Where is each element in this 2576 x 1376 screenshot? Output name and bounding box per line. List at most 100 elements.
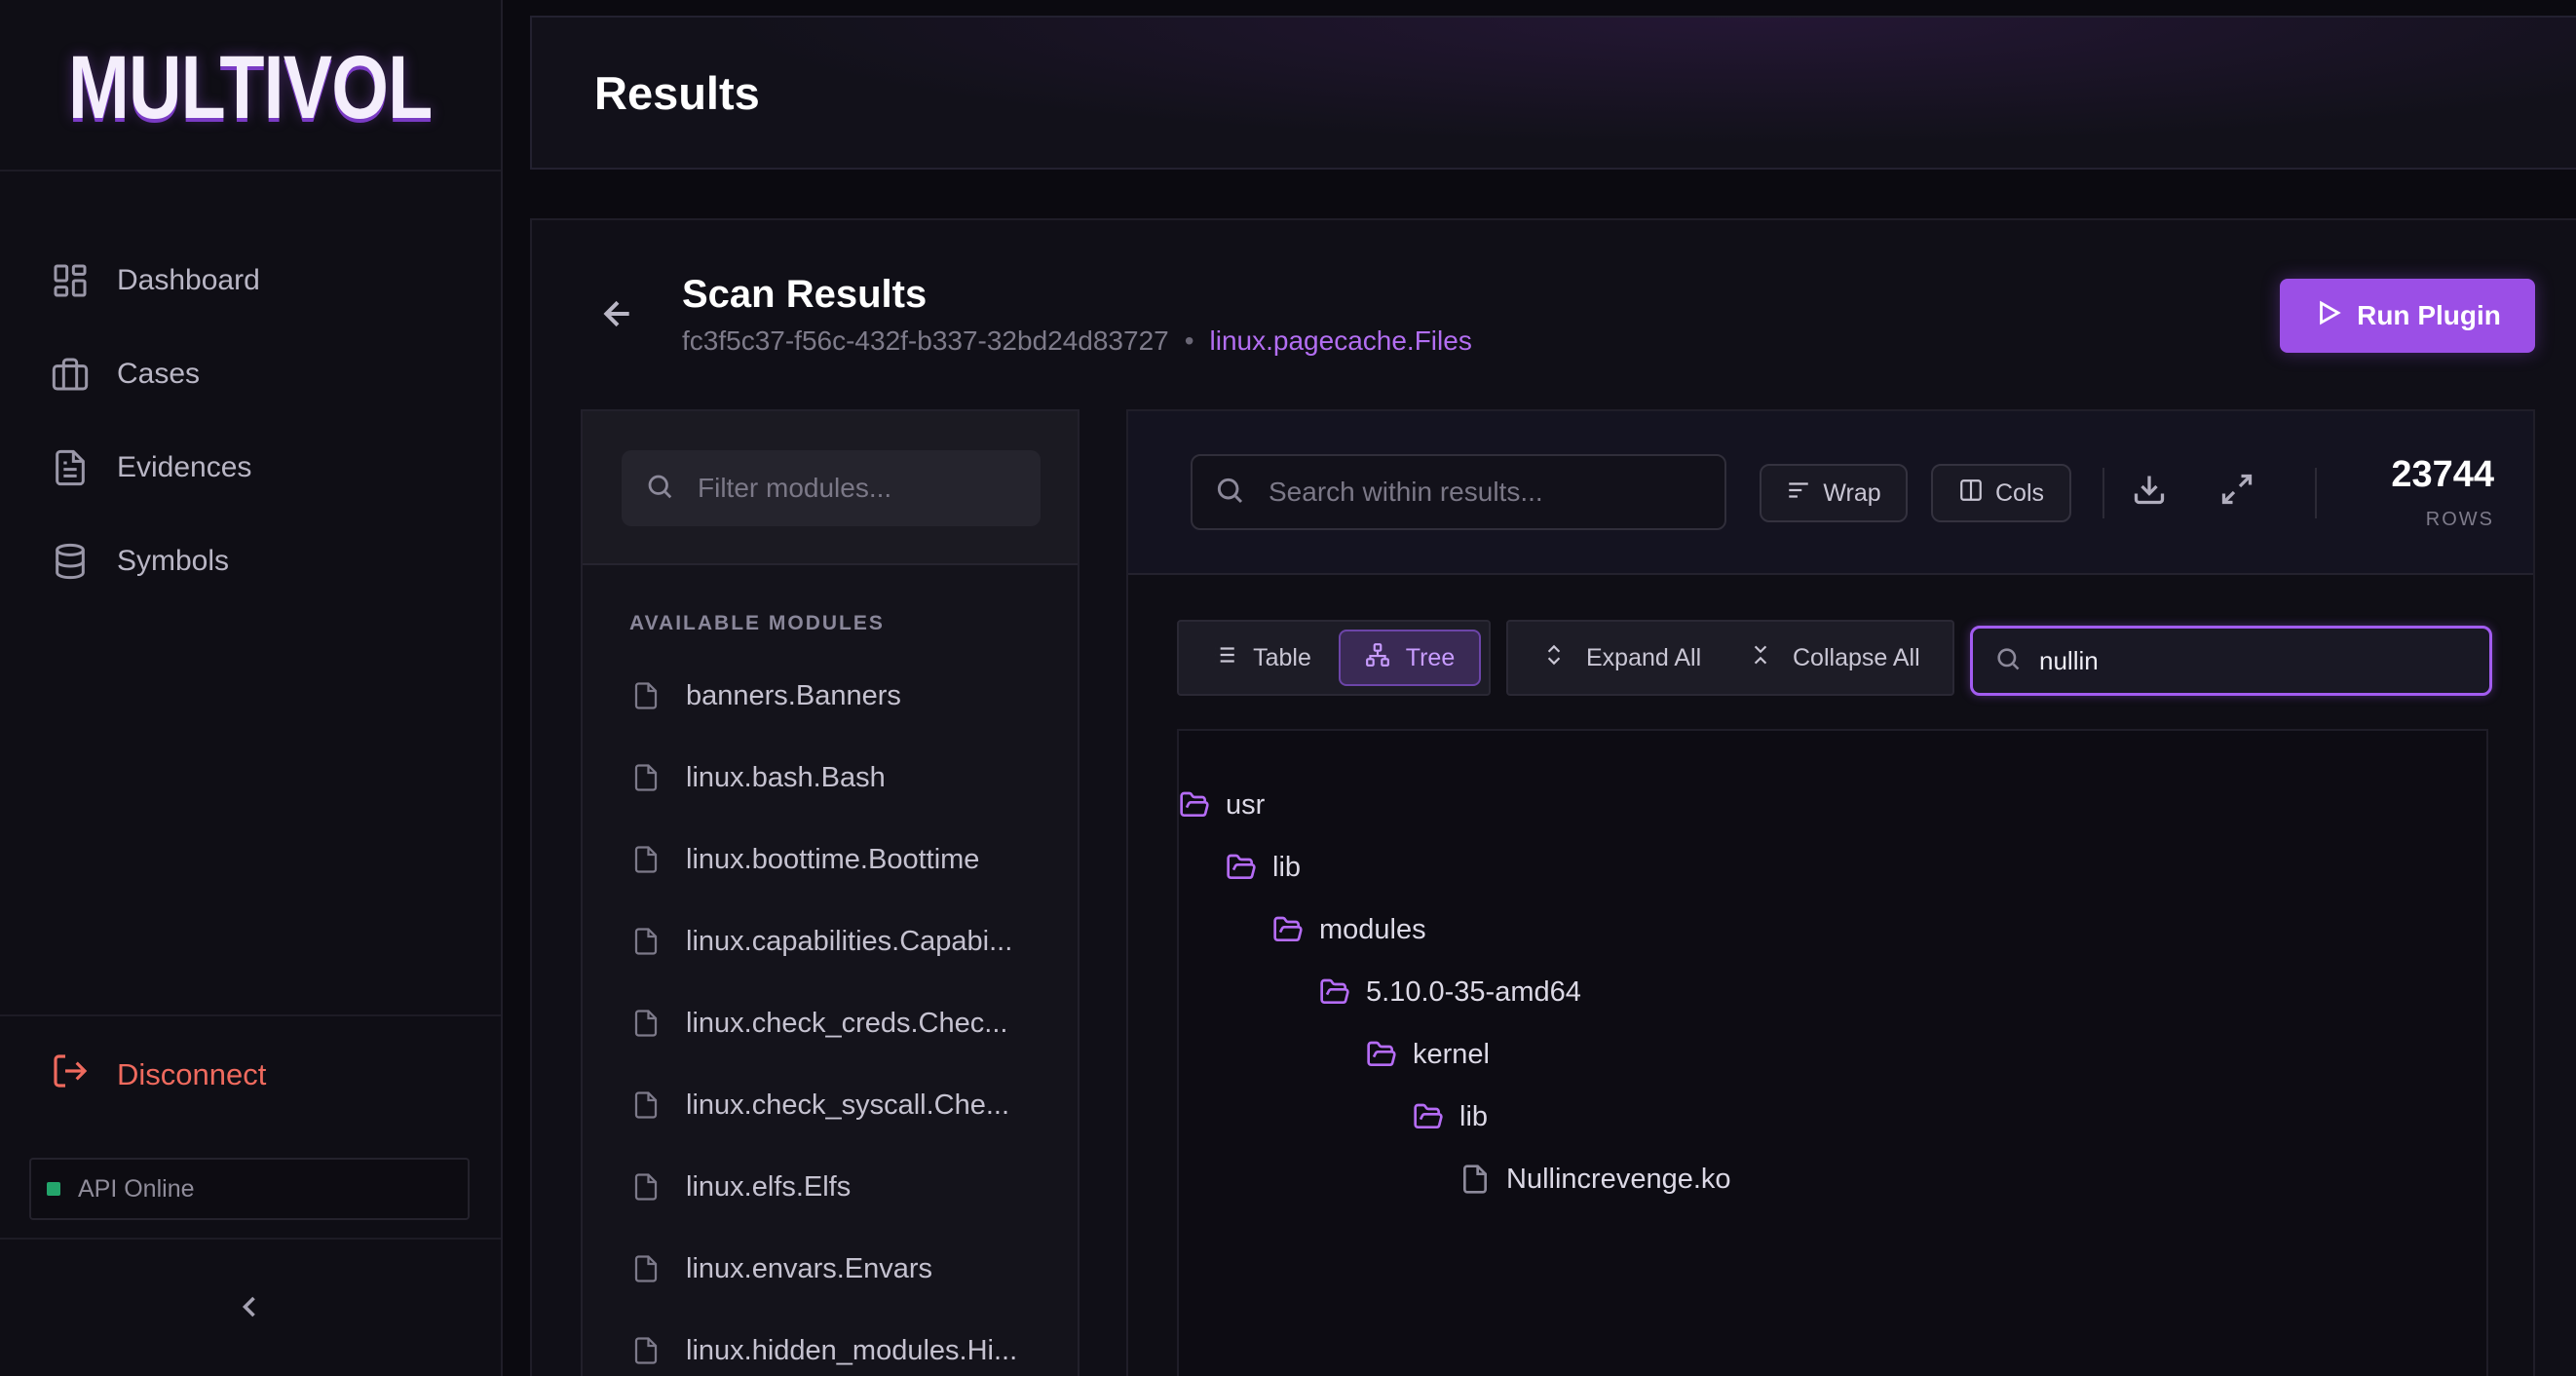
module-list: banners.Banners linux.bash.Bash linux.boot… — [583, 655, 1078, 1376]
folder-open-icon — [1319, 976, 1366, 1008]
logout-icon — [51, 1051, 117, 1098]
file-icon — [631, 681, 686, 710]
sidebar-item-cases[interactable]: Cases — [0, 327, 501, 421]
file-icon — [631, 1009, 686, 1038]
module-label: linux.elfs.Elfs — [686, 1170, 852, 1203]
download-button[interactable] — [2132, 472, 2171, 511]
expand-collapse-group: Expand All Collapse All — [1506, 620, 1954, 696]
disconnect-button[interactable]: Disconnect — [51, 1054, 266, 1095]
tree-node-label: kernel — [1413, 1038, 1490, 1070]
sidebar-item-label: Symbols — [117, 545, 230, 577]
tree-folder-node[interactable]: lib — [1226, 848, 1301, 887]
collapse-all-button[interactable]: Collapse All — [1748, 630, 1920, 686]
expand-all-label: Expand All — [1586, 643, 1702, 671]
wrap-button[interactable]: Wrap — [1760, 464, 1908, 522]
expand-all-button[interactable]: Expand All — [1541, 630, 1701, 686]
modules-section-label: AVAILABLE MODULES — [629, 612, 885, 634]
search-results-field[interactable] — [1191, 454, 1726, 530]
search-icon — [1214, 475, 1269, 511]
module-item[interactable]: linux.boottime.Boottime — [583, 819, 1078, 900]
file-icon — [1459, 1164, 1506, 1195]
tree-node-label: Nullincrevenge.ko — [1506, 1163, 1731, 1195]
module-item[interactable]: linux.elfs.Elfs — [583, 1146, 1078, 1228]
module-label: linux.capabilities.Capabi... — [686, 925, 1013, 957]
search-results-input[interactable] — [1269, 477, 1697, 508]
disconnect-label: Disconnect — [117, 1057, 267, 1091]
back-button[interactable] — [598, 294, 637, 333]
play-icon — [2314, 298, 2357, 334]
module-label: linux.check_creds.Chec... — [686, 1007, 1008, 1039]
plugin-name: linux.pagecache.Files — [1209, 325, 1472, 356]
tree-node-label: usr — [1226, 788, 1266, 821]
module-item[interactable]: linux.bash.Bash — [583, 737, 1078, 819]
scan-meta: fc3f5c37-f56c-432f-b337-32bd24d83727 • l… — [682, 325, 1472, 357]
toolbar-divider — [2102, 468, 2104, 518]
folder-open-icon — [1413, 1101, 1459, 1132]
module-label: linux.check_syscall.Che... — [686, 1089, 1010, 1121]
sidebar-item-symbols[interactable]: Symbols — [0, 515, 501, 608]
module-item[interactable]: linux.hidden_modules.Hi... — [583, 1310, 1078, 1376]
module-item[interactable]: linux.check_syscall.Che... — [583, 1064, 1078, 1146]
run-plugin-button[interactable]: Run Plugin — [2280, 279, 2535, 353]
run-plugin-label: Run Plugin — [2357, 300, 2501, 330]
folder-open-icon — [1366, 1039, 1413, 1070]
module-item[interactable]: banners.Banners — [583, 655, 1078, 737]
module-label: banners.Banners — [686, 679, 901, 711]
tree-search-field[interactable] — [1970, 626, 2492, 696]
module-item[interactable]: linux.check_creds.Chec... — [583, 982, 1078, 1064]
tree-folder-node[interactable]: 5.10.0-35-amd64 — [1319, 973, 1581, 1012]
file-icon — [631, 763, 686, 792]
search-icon — [1994, 645, 2039, 677]
file-icon — [631, 1254, 686, 1283]
filter-modules-input[interactable] — [698, 473, 1019, 504]
cols-label: Cols — [1994, 478, 2044, 507]
status-dot-icon — [47, 1182, 60, 1196]
tree-search-input[interactable] — [2039, 645, 2468, 676]
tree-view-label: Tree — [1405, 643, 1456, 671]
list-icon — [1212, 642, 1253, 674]
folder-open-icon — [1226, 852, 1272, 883]
page-title: Results — [594, 67, 760, 119]
results-panel: Wrap Cols 23744 ROWS — [1126, 409, 2535, 1376]
logo[interactable]: MULTIVOL — [68, 37, 433, 139]
tree-node-label: lib — [1272, 851, 1302, 883]
file-icon — [631, 927, 686, 956]
tree-folder-node[interactable]: kernel — [1366, 1035, 1490, 1074]
sidebar-item-evidences[interactable]: Evidences — [0, 421, 501, 515]
tree-file-node[interactable]: Nullincrevenge.ko — [1459, 1160, 1731, 1199]
api-status-badge: API Online — [29, 1158, 470, 1220]
tree-folder-node[interactable]: modules — [1272, 910, 1426, 949]
module-item[interactable]: linux.capabilities.Capabi... — [583, 900, 1078, 982]
filter-modules-field[interactable] — [622, 450, 1041, 526]
module-label: linux.hidden_modules.Hi... — [686, 1334, 1018, 1366]
file-icon — [631, 1090, 686, 1120]
table-view-label: Table — [1253, 643, 1311, 671]
tree-folder-node[interactable]: lib — [1413, 1097, 1488, 1136]
tree-view-button[interactable]: Tree — [1339, 630, 1481, 686]
cols-button[interactable]: Cols — [1931, 464, 2071, 522]
collapse-sidebar-button[interactable] — [230, 1286, 269, 1331]
tree-node-label: lib — [1459, 1100, 1489, 1132]
module-item[interactable]: linux.envars.Envars — [583, 1228, 1078, 1310]
tree-structure-icon — [1365, 642, 1406, 674]
sidebar-divider — [0, 1014, 501, 1016]
scan-results-panel: Scan Results fc3f5c37-f56c-432f-b337-32b… — [530, 218, 2576, 1376]
meta-separator: • — [1184, 325, 1194, 356]
folder-open-icon — [1179, 789, 1226, 821]
sidebar: MULTIVOL Dashboard Cases Evidences Symbo… — [0, 0, 503, 1376]
briefcase-icon — [51, 355, 90, 394]
table-view-button[interactable]: Table — [1198, 630, 1325, 686]
scan-id: fc3f5c37-f56c-432f-b337-32bd24d83727 — [682, 325, 1169, 356]
wrap-lines-icon — [1786, 478, 1823, 510]
sidebar-item-dashboard[interactable]: Dashboard — [0, 234, 501, 327]
modules-filter-bar — [583, 411, 1078, 565]
sidebar-item-label: Cases — [117, 358, 201, 390]
rows-count: 23744 — [2391, 454, 2494, 495]
results-toolbar: Wrap Cols 23744 ROWS — [1128, 411, 2533, 575]
fullscreen-button[interactable] — [2219, 472, 2258, 511]
api-status-text: API Online — [78, 1174, 195, 1203]
tree-node-label: modules — [1319, 913, 1426, 945]
search-icon — [645, 472, 698, 506]
tree-folder-node[interactable]: usr — [1179, 785, 1265, 824]
document-icon — [51, 448, 90, 487]
